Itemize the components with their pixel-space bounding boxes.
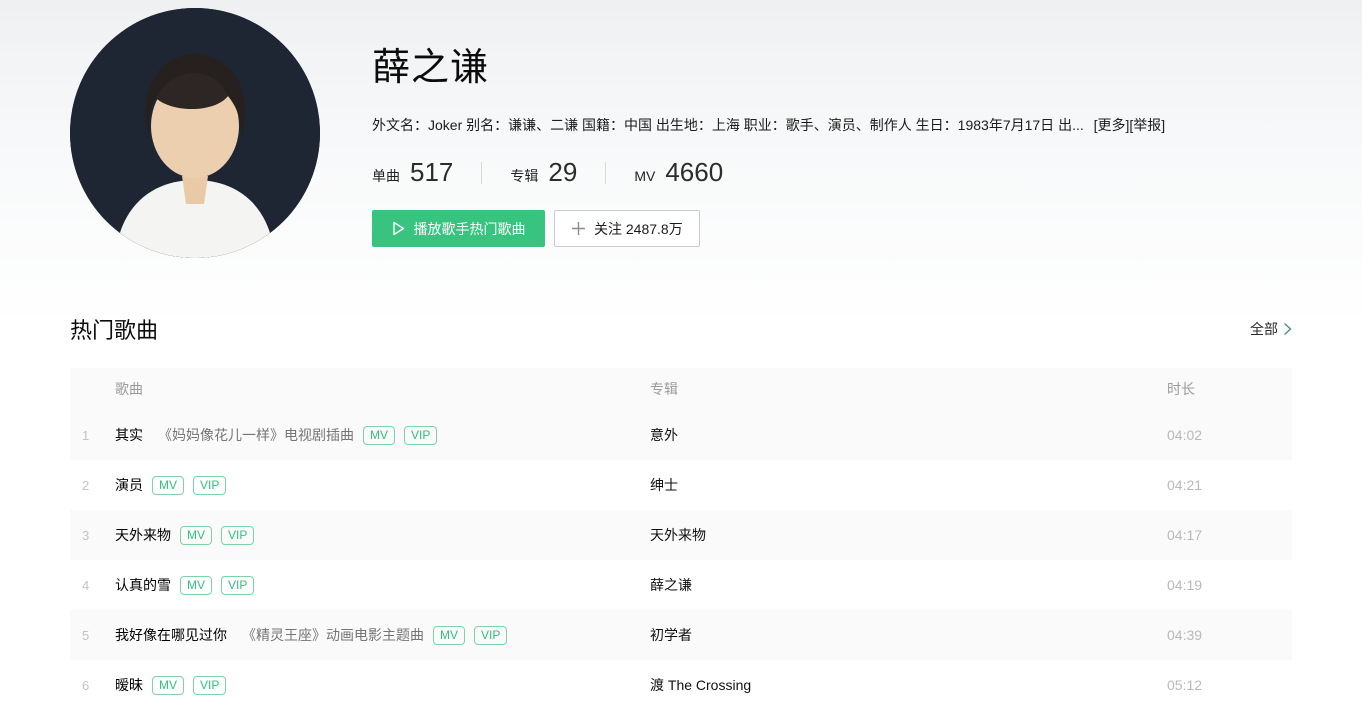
stat-singles-label: 单曲 xyxy=(372,168,400,184)
album-link[interactable]: 渡 The Crossing xyxy=(650,677,751,693)
song-row[interactable]: 2 演员 MV VIP 绅士 04:21 xyxy=(70,460,1292,510)
song-cell: 暧昧 MV VIP xyxy=(115,675,650,695)
song-cell: 演员 MV VIP xyxy=(115,475,650,495)
song-title-link[interactable]: 我好像在哪见过你 xyxy=(115,625,227,645)
song-rank: 4 xyxy=(82,577,90,593)
follow-button[interactable]: 关注 2487.8万 xyxy=(554,210,700,247)
artist-stats: 单曲 517 专辑 29 MV 4660 xyxy=(372,157,1165,188)
vip-badge[interactable]: VIP xyxy=(193,675,227,695)
column-header-song: 歌曲 xyxy=(115,381,143,397)
mv-badge[interactable]: MV xyxy=(433,625,465,645)
song-duration: 04:39 xyxy=(1167,627,1203,643)
song-table: 歌曲 专辑 时长 1 其实 《妈妈像花儿一样》电视剧插曲 MV VIP 意外 0… xyxy=(70,368,1292,710)
song-title-link[interactable]: 暧昧 xyxy=(115,675,143,695)
song-title-link[interactable]: 演员 xyxy=(115,475,143,495)
stat-singles: 单曲 517 xyxy=(372,157,453,188)
song-title-link[interactable]: 天外来物 xyxy=(115,525,171,545)
mv-badge[interactable]: MV xyxy=(152,475,184,495)
stat-albums: 专辑 29 xyxy=(510,157,577,188)
mv-badge[interactable]: MV xyxy=(363,425,395,445)
song-subtitle: 《精灵王座》动画电影主题曲 xyxy=(242,627,424,643)
stat-albums-value: 29 xyxy=(548,157,578,187)
album-link[interactable]: 初学者 xyxy=(650,627,692,643)
album-link[interactable]: 绅士 xyxy=(650,477,678,493)
vip-badge[interactable]: VIP xyxy=(221,525,255,545)
song-cell: 天外来物 MV VIP xyxy=(115,525,650,545)
stat-singles-value: 517 xyxy=(410,157,454,187)
song-subtitle: 《妈妈像花儿一样》电视剧插曲 xyxy=(158,427,354,443)
artist-header: 薛之谦 外文名：Joker 别名：谦谦、二谦 国籍：中国 出生地：上海 职业：歌… xyxy=(0,0,1362,300)
album-cell: 天外来物 xyxy=(650,525,1167,545)
play-hot-songs-button[interactable]: 播放歌手热门歌曲 xyxy=(372,210,545,247)
song-rank: 6 xyxy=(82,677,90,693)
stat-mv-label: MV xyxy=(634,168,656,184)
song-rank: 2 xyxy=(82,477,90,493)
artist-name: 薛之谦 xyxy=(372,47,490,89)
column-header-album: 专辑 xyxy=(650,381,678,397)
song-title-link[interactable]: 其实 xyxy=(115,425,143,445)
album-cell: 绅士 xyxy=(650,475,1167,495)
album-cell: 意外 xyxy=(650,425,1167,445)
plus-icon xyxy=(572,222,585,235)
album-link[interactable]: 薛之谦 xyxy=(650,577,692,593)
song-title-link[interactable]: 认真的雪 xyxy=(115,575,171,595)
album-link[interactable]: 意外 xyxy=(650,427,678,443)
view-all-label: 全部 xyxy=(1250,321,1278,337)
artist-avatar[interactable] xyxy=(70,8,320,258)
song-rank: 3 xyxy=(82,527,90,543)
album-cell: 薛之谦 xyxy=(650,575,1167,595)
play-icon xyxy=(392,221,404,236)
vip-badge[interactable]: VIP xyxy=(404,425,438,445)
vip-badge[interactable]: VIP xyxy=(193,475,227,495)
song-cell: 认真的雪 MV VIP xyxy=(115,575,650,595)
mv-badge[interactable]: MV xyxy=(152,675,184,695)
stat-albums-label: 专辑 xyxy=(510,168,539,184)
vip-badge[interactable]: VIP xyxy=(221,575,255,595)
song-list: 1 其实 《妈妈像花儿一样》电视剧插曲 MV VIP 意外 04:02 2 演员… xyxy=(70,410,1292,710)
column-header-duration: 时长 xyxy=(1167,381,1195,397)
song-cell: 其实 《妈妈像花儿一样》电视剧插曲 MV VIP xyxy=(115,425,650,445)
stat-mv-value: 4660 xyxy=(665,157,724,187)
action-buttons: 播放歌手热门歌曲 关注 2487.8万 xyxy=(372,210,1165,247)
report-link[interactable]: [举报] xyxy=(1129,117,1165,133)
follow-button-label: 关注 2487.8万 xyxy=(594,220,683,237)
hot-songs-section: 热门歌曲 全部 歌曲 专辑 时长 1 其实 《妈妈像花儿一样》电视剧插曲 MV … xyxy=(0,308,1362,710)
vip-badge[interactable]: VIP xyxy=(474,625,508,645)
view-all-link[interactable]: 全部 xyxy=(1250,319,1292,339)
song-row[interactable]: 4 认真的雪 MV VIP 薛之谦 04:19 xyxy=(70,560,1292,610)
stat-divider xyxy=(605,161,607,184)
album-cell: 初学者 xyxy=(650,625,1167,645)
song-cell: 我好像在哪见过你 《精灵王座》动画电影主题曲 MV VIP xyxy=(115,625,650,645)
song-duration: 04:19 xyxy=(1167,577,1203,593)
song-row[interactable]: 1 其实 《妈妈像花儿一样》电视剧插曲 MV VIP 意外 04:02 xyxy=(70,410,1292,460)
stat-divider xyxy=(481,161,483,184)
album-link[interactable]: 天外来物 xyxy=(650,527,706,543)
stat-mv: MV 4660 xyxy=(634,157,723,188)
more-link[interactable]: [更多] xyxy=(1094,117,1130,133)
hot-songs-title: 热门歌曲 xyxy=(70,318,159,343)
mv-badge[interactable]: MV xyxy=(180,525,212,545)
song-rank: 5 xyxy=(82,627,90,643)
song-duration: 05:12 xyxy=(1167,677,1203,693)
mv-badge[interactable]: MV xyxy=(180,575,212,595)
artist-info-text: 外文名：Joker 别名：谦谦、二谦 国籍：中国 出生地：上海 职业：歌手、演员… xyxy=(372,117,1084,133)
play-button-label: 播放歌手热门歌曲 xyxy=(413,220,526,237)
chevron-right-icon xyxy=(1284,322,1292,336)
song-duration: 04:17 xyxy=(1167,527,1203,543)
song-rank: 1 xyxy=(82,427,90,443)
song-duration: 04:02 xyxy=(1167,427,1203,443)
album-cell: 渡 The Crossing xyxy=(650,675,1167,695)
song-row[interactable]: 5 我好像在哪见过你 《精灵王座》动画电影主题曲 MV VIP 初学者 04:3… xyxy=(70,610,1292,660)
song-table-header: 歌曲 专辑 时长 xyxy=(70,368,1292,410)
song-duration: 04:21 xyxy=(1167,477,1203,493)
artist-info-line: 外文名：Joker 别名：谦谦、二谦 国籍：中国 出生地：上海 职业：歌手、演员… xyxy=(372,115,1165,135)
artist-photo-placeholder xyxy=(70,8,320,258)
song-row[interactable]: 3 天外来物 MV VIP 天外来物 04:17 xyxy=(70,510,1292,560)
song-row[interactable]: 6 暧昧 MV VIP 渡 The Crossing 05:12 xyxy=(70,660,1292,710)
